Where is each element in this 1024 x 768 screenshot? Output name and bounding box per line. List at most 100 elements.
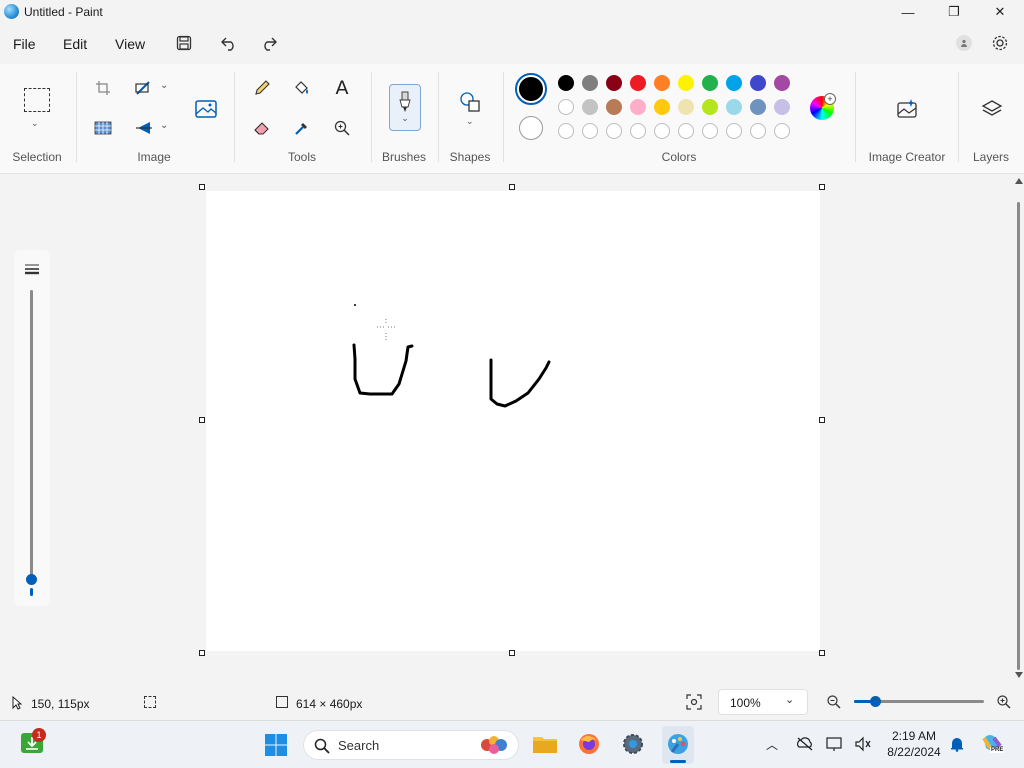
zoom-dropdown[interactable]: 100% ⌄ (718, 689, 808, 715)
edit-colors-icon[interactable]: + (810, 93, 836, 120)
color-swatch[interactable] (654, 99, 670, 115)
resize-handle-top-left[interactable] (199, 184, 205, 190)
display-icon[interactable] (826, 736, 844, 755)
fit-to-window-icon[interactable] (686, 694, 702, 713)
color-swatch[interactable] (630, 99, 646, 115)
shapes-dropdown-icon[interactable]: ⌄ (466, 116, 474, 127)
minimize-button[interactable]: — (885, 0, 931, 24)
custom-color-slot[interactable] (726, 123, 742, 139)
resize-handle-bottom-left[interactable] (199, 650, 205, 656)
file-explorer-icon[interactable] (532, 731, 558, 757)
text-tool-icon[interactable]: A (330, 76, 354, 100)
zoom-value: 100% (730, 696, 761, 710)
menu-file[interactable]: File (13, 36, 36, 52)
rectangle-select-icon[interactable] (24, 88, 50, 112)
save-icon[interactable] (173, 33, 195, 53)
color-swatch[interactable] (750, 75, 766, 91)
crop-icon[interactable] (91, 76, 115, 100)
magnifier-icon[interactable] (330, 116, 354, 140)
account-icon[interactable] (956, 35, 972, 51)
custom-color-slot[interactable] (750, 123, 766, 139)
color-picker-icon[interactable] (290, 116, 314, 140)
scroll-down-arrow[interactable] (1015, 672, 1023, 678)
custom-color-slot[interactable] (582, 123, 598, 139)
secondary-color-swatch[interactable] (519, 116, 543, 140)
color-swatch[interactable] (750, 99, 766, 115)
undo-icon[interactable] (218, 33, 240, 53)
color-swatch[interactable] (558, 75, 574, 91)
scroll-up-arrow[interactable] (1015, 178, 1023, 184)
color-swatch[interactable] (654, 75, 670, 91)
scrollbar-thumb[interactable] (1017, 202, 1020, 670)
menu-view[interactable]: View (115, 36, 145, 52)
color-swatch[interactable] (774, 75, 790, 91)
resize-handle-right[interactable] (819, 417, 825, 423)
custom-color-slot[interactable] (630, 123, 646, 139)
redo-icon[interactable] (258, 33, 280, 53)
custom-color-slot[interactable] (558, 123, 574, 139)
resize-handle-bottom-right[interactable] (819, 650, 825, 656)
paint-taskbar-icon[interactable] (665, 731, 691, 757)
brush-size-slider-track[interactable] (30, 290, 33, 580)
select-all-pattern-icon[interactable] (91, 116, 115, 140)
brush-size-slider-thumb[interactable] (26, 574, 37, 585)
taskbar-search-box[interactable]: Search (303, 730, 519, 760)
show-hidden-icons-chevron-up-icon[interactable]: ︿ (766, 736, 778, 753)
notifications-bell-icon[interactable] (949, 736, 965, 755)
layers-icon[interactable] (978, 95, 1006, 123)
firefox-icon[interactable] (576, 731, 602, 757)
settings-gear-icon[interactable] (990, 33, 1010, 53)
custom-color-slot[interactable] (678, 123, 694, 139)
copilot-pre-icon[interactable]: PRE (980, 732, 1005, 756)
shapes-icon[interactable] (458, 90, 482, 114)
selection-dropdown-icon[interactable]: ⌄ (31, 118, 39, 129)
resize-handle-left[interactable] (199, 417, 205, 423)
color-swatch[interactable] (702, 99, 718, 115)
vertical-scrollbar[interactable] (1012, 174, 1024, 684)
custom-color-slot[interactable] (654, 123, 670, 139)
taskbar-clock-date[interactable]: 8/22/2024 (882, 745, 946, 759)
resize-handle-top[interactable] (509, 184, 515, 190)
primary-color-selector[interactable] (515, 73, 547, 105)
menu-edit[interactable]: Edit (63, 36, 87, 52)
color-swatch[interactable] (630, 75, 646, 91)
volume-muted-icon[interactable] (854, 736, 872, 755)
custom-color-slot[interactable] (774, 123, 790, 139)
color-swatch[interactable] (606, 99, 622, 115)
drawn-dot (354, 304, 356, 306)
image-insert-icon[interactable] (192, 95, 220, 123)
maximize-button[interactable]: ❐ (931, 0, 977, 24)
color-swatch[interactable] (678, 99, 694, 115)
color-swatch[interactable] (606, 75, 622, 91)
resize-icon[interactable] (132, 76, 156, 100)
drawing-canvas[interactable] (206, 191, 820, 651)
network-offline-icon[interactable] (796, 736, 814, 755)
pencil-icon[interactable] (250, 76, 274, 100)
custom-color-slot[interactable] (702, 123, 718, 139)
zoom-slider-thumb[interactable] (870, 696, 881, 707)
image-creator-icon[interactable] (893, 95, 921, 123)
color-swatch[interactable] (582, 99, 598, 115)
flip-rotate-icon[interactable] (132, 116, 156, 140)
color-swatch[interactable] (702, 75, 718, 91)
taskbar-clock-time[interactable]: 2:19 AM (885, 729, 943, 743)
color-swatch[interactable] (726, 75, 742, 91)
zoom-out-icon[interactable] (826, 694, 842, 713)
resize-handle-top-right[interactable] (819, 184, 825, 190)
color-swatch[interactable] (726, 99, 742, 115)
color-swatch[interactable] (558, 99, 574, 115)
settings-app-icon[interactable] (620, 731, 646, 757)
color-swatch[interactable] (774, 99, 790, 115)
zoom-in-icon[interactable] (996, 694, 1012, 713)
custom-color-slot[interactable] (606, 123, 622, 139)
color-swatch[interactable] (582, 75, 598, 91)
resize-dropdown-icon[interactable]: ⌄ (160, 80, 168, 91)
flip-dropdown-icon[interactable]: ⌄ (160, 120, 168, 131)
fill-bucket-icon[interactable] (290, 76, 314, 100)
eraser-icon[interactable] (250, 116, 274, 140)
brushes-button[interactable]: ⌄ (389, 84, 421, 131)
start-windows-icon[interactable] (264, 733, 288, 757)
resize-handle-bottom[interactable] (509, 650, 515, 656)
color-swatch[interactable] (678, 75, 694, 91)
close-button[interactable]: ✕ (977, 0, 1023, 24)
